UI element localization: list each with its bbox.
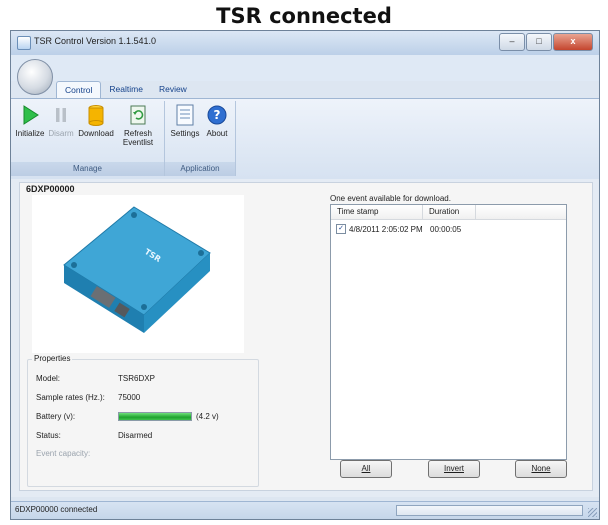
none-label: None (531, 464, 551, 473)
resize-grip[interactable] (588, 508, 597, 517)
column-time-stamp[interactable]: Time stamp (331, 205, 423, 219)
event-list[interactable]: Time stamp Duration ✓ 4/8/2011 2:05:02 P… (330, 204, 567, 460)
close-button[interactable]: x (553, 33, 593, 51)
download-icon (88, 105, 104, 126)
app-window: TSR Control Version 1.1.541.0 – □ x Cont… (10, 30, 600, 520)
about-button[interactable]: ? About (203, 103, 231, 138)
group-manage: Initialize Disarm Download Refresh Event… (11, 101, 165, 176)
group-manage-label: Manage (11, 162, 164, 176)
help-icon: ? (207, 105, 227, 125)
invert-label: Invert (443, 464, 464, 473)
event-duration: 00:00:05 (430, 224, 462, 234)
status-value: Disarmed (118, 431, 153, 440)
svg-text:?: ? (214, 108, 221, 122)
about-label: About (206, 129, 228, 138)
screenshot-caption: TSR connected (216, 4, 392, 28)
maximize-button[interactable]: □ (526, 33, 552, 51)
tsr-device-illustration: TSR (63, 206, 211, 333)
tab-review[interactable]: Review (151, 81, 195, 99)
event-capacity-label: Event capacity: (36, 449, 91, 458)
play-icon (23, 105, 39, 125)
status-progress-bar (396, 505, 583, 516)
event-timestamp: 4/8/2011 2:05:02 PM (349, 224, 423, 234)
device-image: TSR (32, 195, 244, 353)
window-title: TSR Control Version 1.1.541.0 (34, 36, 157, 46)
refresh-icon (130, 105, 146, 125)
properties-group: Properties Model: TSR6DXP Sample rates (… (27, 354, 259, 487)
disarm-button[interactable]: Disarm (47, 103, 75, 138)
settings-icon (176, 104, 194, 126)
refresh-eventlist-label: Refresh Eventlist (122, 129, 154, 147)
sample-rate-value: 75000 (118, 393, 141, 402)
group-application: Settings ? About Application (165, 101, 236, 176)
event-checkbox[interactable]: ✓ (336, 224, 346, 234)
download-label: Download (78, 129, 114, 138)
minimize-button[interactable]: – (499, 33, 525, 51)
initialize-label: Initialize (15, 129, 45, 138)
device-panel: 6DXP00000 TSR Properties Model: TSR6DXP … (19, 182, 593, 491)
invert-selection-button[interactable]: Invert (428, 460, 480, 478)
model-value: TSR6DXP (118, 374, 155, 383)
refresh-eventlist-button[interactable]: Refresh Eventlist (117, 103, 159, 147)
pause-icon (56, 108, 66, 122)
quick-access-area (11, 55, 599, 81)
status-bar-text: 6DXP00000 connected (15, 505, 98, 514)
events-caption: One event available for download. (330, 194, 451, 203)
status-label: Status: (36, 431, 61, 440)
download-button[interactable]: Download (77, 103, 115, 138)
initialize-button[interactable]: Initialize (15, 103, 45, 138)
model-label: Model: (36, 374, 61, 383)
tab-control[interactable]: Control (56, 81, 102, 99)
settings-button[interactable]: Settings (169, 103, 201, 138)
properties-title: Properties (32, 354, 73, 363)
device-id-title: 6DXP00000 (26, 184, 75, 194)
group-application-label: Application (165, 162, 235, 176)
battery-value: (4.2 v) (196, 412, 219, 421)
ribbon-panel: Initialize Disarm Download Refresh Event… (11, 98, 599, 180)
main-content: 6DXP00000 TSR Properties Model: TSR6DXP … (11, 179, 599, 497)
event-row[interactable]: ✓ 4/8/2011 2:05:02 PM 00:00:05 (331, 222, 566, 236)
select-all-label: All (361, 464, 371, 473)
battery-level-bar (118, 412, 192, 421)
application-menu-button[interactable] (17, 59, 53, 95)
column-duration[interactable]: Duration (423, 205, 476, 219)
ribbon-tabs: Control Realtime Review (56, 81, 195, 99)
settings-label: Settings (170, 129, 200, 138)
tab-realtime[interactable]: Realtime (101, 81, 151, 99)
select-none-button[interactable]: None (515, 460, 567, 478)
app-icon (17, 36, 31, 50)
status-bar: 6DXP00000 connected (11, 501, 599, 519)
title-bar[interactable]: TSR Control Version 1.1.541.0 – □ x (11, 31, 599, 56)
battery-label: Battery (v): (36, 412, 76, 421)
select-all-button[interactable]: All (340, 460, 392, 478)
disarm-label: Disarm (48, 129, 74, 138)
event-list-header: Time stamp Duration (331, 205, 566, 220)
sample-rate-label: Sample rates (Hz.): (36, 393, 105, 402)
